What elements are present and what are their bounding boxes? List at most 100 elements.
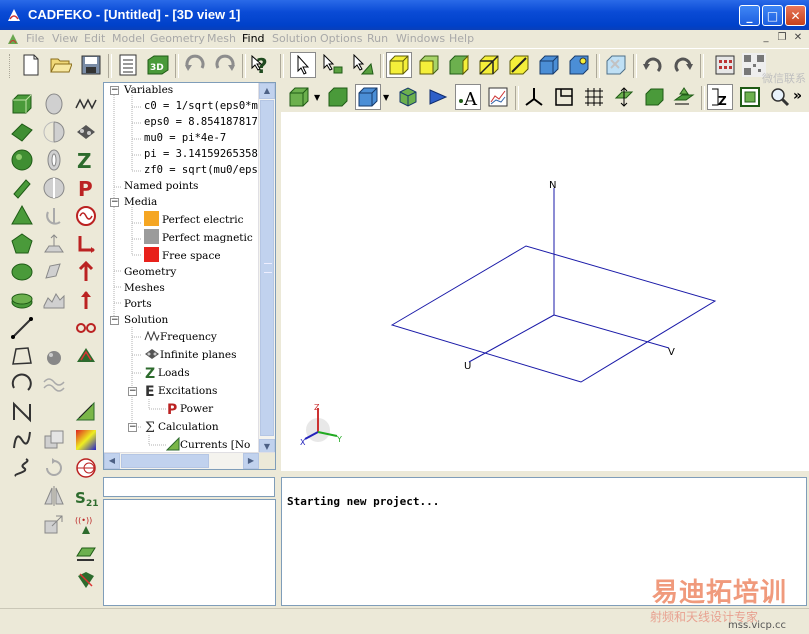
menu-mesh[interactable]: Mesh — [207, 32, 236, 45]
point-sphere-icon[interactable] — [40, 342, 68, 370]
filter-input[interactable] — [103, 477, 275, 497]
half-sphere-icon[interactable] — [40, 118, 68, 146]
zoom-z-icon[interactable]: Z — [707, 84, 733, 110]
tree-vertical-scrollbar[interactable]: ▲ ▼ — [258, 83, 275, 455]
maximize-button[interactable]: □ — [762, 5, 783, 26]
workplane-icon[interactable] — [551, 84, 577, 110]
tree-variable-zf0[interactable]: zf0 = sqrt(mu0/eps0 — [144, 162, 264, 178]
rotate-right-icon[interactable] — [670, 52, 696, 78]
tree-solution[interactable]: Solution — [124, 312, 168, 328]
frequency-wave-icon[interactable] — [72, 90, 100, 118]
tree-variable-eps0[interactable]: eps0 = 8.8541878176 — [144, 114, 264, 130]
grid-icon[interactable] — [581, 84, 607, 110]
spin-icon[interactable] — [40, 202, 68, 230]
view-iso-icon[interactable] — [286, 84, 312, 110]
select-vertex-icon[interactable] — [566, 52, 592, 78]
show-labels-icon[interactable]: A — [455, 84, 481, 110]
dipole-icon[interactable] — [72, 314, 100, 342]
redo-icon[interactable] — [212, 52, 238, 78]
select-region-cube-icon[interactable] — [446, 52, 472, 78]
menu-view[interactable]: View — [52, 32, 78, 45]
mirror-icon[interactable] — [40, 482, 68, 510]
smith-chart-icon[interactable] — [72, 454, 100, 482]
undo-icon[interactable] — [182, 52, 208, 78]
layers-icon[interactable] — [671, 84, 697, 110]
menu-geometry[interactable]: Geometry — [150, 32, 205, 45]
line-icon[interactable] — [8, 314, 36, 342]
wave-curve-icon[interactable] — [40, 370, 68, 398]
scroll-left-arrow-icon[interactable]: ◀ — [104, 453, 120, 469]
minimize-button[interactable]: _ — [739, 5, 760, 26]
context-help-icon[interactable]: ? — [249, 52, 275, 78]
3d-viewport-canvas[interactable]: N U V Z X Y — [281, 112, 809, 471]
extrude-icon[interactable] — [40, 230, 68, 258]
arc-icon[interactable] — [8, 370, 36, 398]
scroll-right-arrow-icon[interactable]: ▶ — [243, 453, 259, 469]
tree-infinite-planes[interactable]: Infinite planes — [144, 347, 237, 363]
expand-media[interactable]: − — [110, 198, 119, 207]
select-region-icon[interactable] — [350, 52, 376, 78]
far-field-gradient-icon[interactable] — [72, 426, 100, 454]
calculator-icon[interactable] — [712, 52, 738, 78]
tree-calculation[interactable]: Σ Calculation — [144, 419, 219, 436]
disk-icon[interactable] — [8, 286, 36, 314]
polygon-icon[interactable] — [8, 230, 36, 258]
mdi-minimize-button[interactable]: _ — [759, 31, 773, 45]
expand-solution[interactable]: − — [110, 316, 119, 325]
menu-file[interactable]: File — [26, 32, 44, 45]
tree-scroll-thumb[interactable] — [260, 100, 274, 436]
transform-icon[interactable] — [611, 84, 637, 110]
select-edge-icon[interactable] — [476, 52, 502, 78]
sphere-icon[interactable] — [8, 146, 36, 174]
plane-wave-icon[interactable] — [72, 286, 100, 314]
menu-solution[interactable]: Solution — [272, 32, 317, 45]
axes-icon[interactable] — [521, 84, 547, 110]
tree-power[interactable]: P Power — [166, 401, 213, 418]
spline-icon[interactable] — [8, 426, 36, 454]
tree-named-points[interactable]: Named points — [124, 178, 198, 194]
menu-find[interactable]: Find — [242, 32, 265, 45]
tree-variables[interactable]: Variables — [124, 83, 173, 98]
s21-icon[interactable]: S 21 — [72, 482, 100, 510]
ellipse-icon[interactable] — [8, 258, 36, 286]
tree-excitations[interactable]: E Excitations — [144, 383, 217, 400]
tree-geometry[interactable]: Geometry — [124, 264, 176, 280]
zoom-extents-icon[interactable] — [737, 84, 763, 110]
render-dropdown-arrow[interactable]: ▼ — [383, 93, 389, 102]
plane-icon[interactable] — [641, 84, 667, 110]
menu-help[interactable]: Help — [449, 32, 474, 45]
tree-variable-c0[interactable]: c0 = 1/sqrt(eps0*mu — [144, 98, 264, 114]
view-solid-icon[interactable] — [325, 84, 351, 110]
split-sphere-icon[interactable] — [40, 174, 68, 202]
find-part-icon[interactable] — [603, 52, 629, 78]
power-p-icon[interactable]: P — [72, 174, 100, 202]
tree-variable-pi[interactable]: pi = 3.141592653589 — [144, 146, 264, 162]
chart-view-icon[interactable] — [485, 84, 511, 110]
expand-variables[interactable]: − — [110, 86, 119, 95]
field-probe-icon[interactable] — [72, 566, 100, 594]
view-dropdown-arrow[interactable]: ▼ — [314, 93, 320, 102]
close-button[interactable]: ✕ — [785, 5, 806, 26]
menu-run[interactable]: Run — [367, 32, 388, 45]
menu-edit[interactable]: Edit — [84, 32, 105, 45]
zoom-window-icon[interactable] — [767, 84, 793, 110]
mdi-restore-button[interactable]: ❐ — [775, 31, 789, 45]
expand-excitations[interactable]: − — [128, 387, 137, 396]
select-part-icon[interactable] — [386, 52, 412, 78]
new-file-icon[interactable] — [18, 52, 44, 78]
select-wire-icon[interactable] — [506, 52, 532, 78]
rotate-copy-icon[interactable] — [40, 454, 68, 482]
loft-icon[interactable] — [40, 286, 68, 314]
tree-ports[interactable]: Ports — [124, 296, 152, 312]
tree-medium-perfect-magnetic[interactable]: Perfect magnetic — [144, 229, 253, 245]
open-folder-icon[interactable] — [48, 52, 74, 78]
tree-frequency[interactable]: Frequency — [144, 329, 217, 345]
tree-hscroll-thumb[interactable] — [121, 454, 209, 468]
edge-port-icon[interactable] — [72, 230, 100, 258]
script-editor-icon[interactable] — [115, 52, 141, 78]
torus-section-icon[interactable] — [40, 146, 68, 174]
select-point-icon[interactable] — [320, 52, 346, 78]
tree-currents[interactable]: Currents [No — [165, 436, 250, 453]
document-menu-icon[interactable] — [6, 32, 20, 46]
tree-horizontal-scrollbar[interactable]: ◀ ▶ — [104, 452, 275, 469]
